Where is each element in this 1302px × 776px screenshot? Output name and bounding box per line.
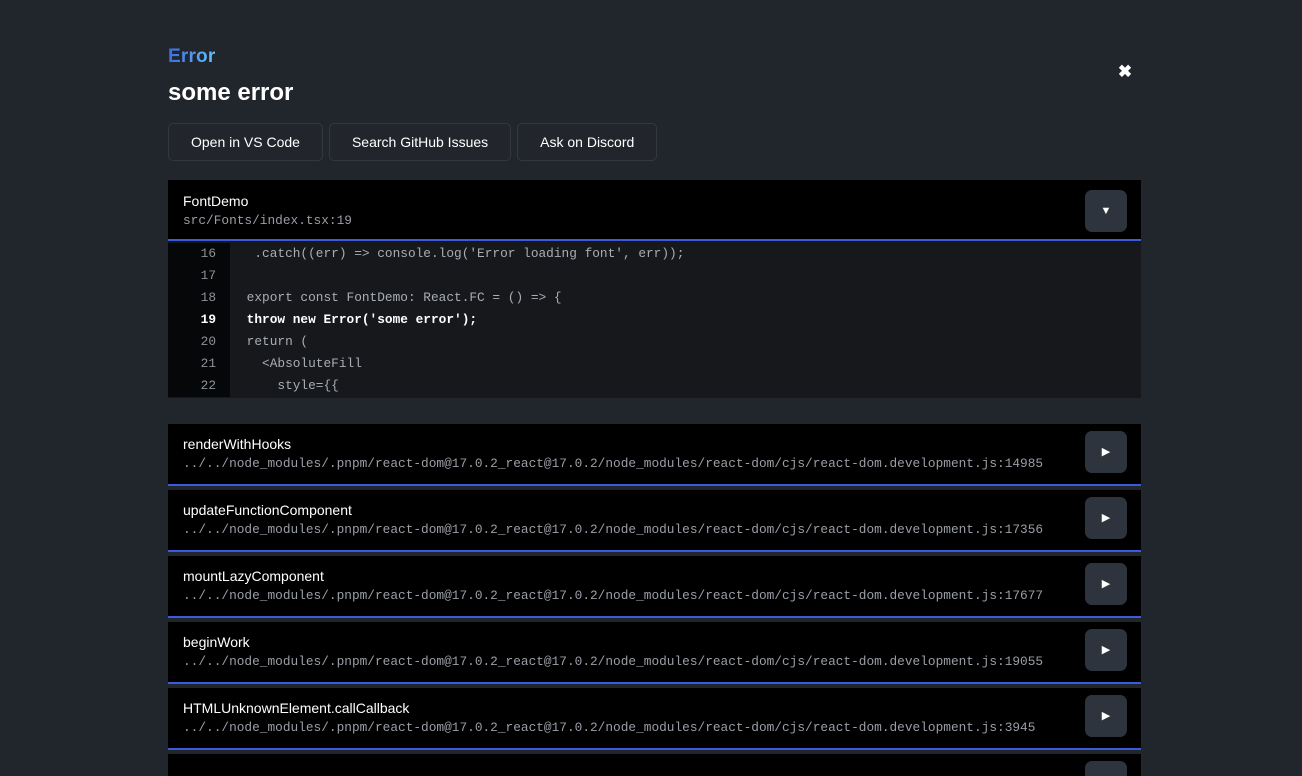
error-overlay-content: ✖ Error some error Open in VS Code Searc… bbox=[168, 0, 1141, 776]
line-number: 21 bbox=[168, 353, 230, 375]
stack-frame-partial: ▶ bbox=[168, 754, 1141, 776]
expand-frame-button[interactable]: ▶ bbox=[1085, 563, 1127, 605]
open-in-vscode-button[interactable]: Open in VS Code bbox=[168, 123, 323, 161]
collapse-frame-button[interactable]: ▼ bbox=[1085, 190, 1127, 232]
code-text: .catch((err) => console.log('Error loadi… bbox=[230, 243, 1141, 265]
chevron-down-icon: ▼ bbox=[1101, 205, 1112, 217]
stack-frame-callcallback: HTMLUnknownElement.callCallback ../../no… bbox=[168, 688, 1141, 750]
error-title: some error bbox=[168, 79, 1141, 107]
code-line-highlighted: 19 throw new Error('some error'); bbox=[168, 309, 1141, 331]
frame-title: FontDemo bbox=[183, 193, 1126, 209]
frame-path: ../../node_modules/.pnpm/react-dom@17.0.… bbox=[183, 589, 1126, 603]
close-button[interactable]: ✖ bbox=[1111, 58, 1139, 86]
code-line: 21 <AbsoluteFill bbox=[168, 353, 1141, 375]
code-line: 16 .catch((err) => console.log('Error lo… bbox=[168, 243, 1141, 265]
line-number: 22 bbox=[168, 375, 230, 397]
stack-frame-updatefunctioncomponent: updateFunctionComponent ../../node_modul… bbox=[168, 490, 1141, 552]
expanded-frame-header: FontDemo src/Fonts/index.tsx:19 ▼ bbox=[168, 180, 1141, 241]
code-text: style={{ bbox=[230, 375, 1141, 397]
code-text: <AbsoluteFill bbox=[230, 353, 1141, 375]
code-line: 17 bbox=[168, 265, 1141, 287]
chevron-right-icon: ▶ bbox=[1102, 512, 1110, 524]
code-line: 18 export const FontDemo: React.FC = () … bbox=[168, 287, 1141, 309]
frame-title: HTMLUnknownElement.callCallback bbox=[183, 700, 1126, 716]
line-number: 19 bbox=[168, 309, 230, 331]
frame-title: beginWork bbox=[183, 634, 1126, 650]
stack-frame-beginwork: beginWork ../../node_modules/.pnpm/react… bbox=[168, 622, 1141, 684]
line-number: 17 bbox=[168, 265, 230, 287]
expand-frame-button[interactable]: ▶ bbox=[1085, 629, 1127, 671]
line-number: 16 bbox=[168, 243, 230, 265]
expand-frame-button[interactable]: ▶ bbox=[1085, 431, 1127, 473]
chevron-right-icon: ▶ bbox=[1102, 710, 1110, 722]
stack-frame-list: renderWithHooks ../../node_modules/.pnpm… bbox=[168, 424, 1141, 776]
close-icon: ✖ bbox=[1118, 62, 1132, 81]
stack-frame-mountlazycomponent: mountLazyComponent ../../node_modules/.p… bbox=[168, 556, 1141, 618]
expand-frame-button[interactable]: ▶ bbox=[1085, 497, 1127, 539]
chevron-right-icon: ▶ bbox=[1102, 578, 1110, 590]
stack-frame-renderwithhooks: renderWithHooks ../../node_modules/.pnpm… bbox=[168, 424, 1141, 486]
expand-frame-button[interactable]: ▶ bbox=[1085, 761, 1127, 776]
code-text bbox=[230, 265, 1141, 287]
frame-path: ../../node_modules/.pnpm/react-dom@17.0.… bbox=[183, 523, 1126, 537]
line-number: 18 bbox=[168, 287, 230, 309]
code-line: 22 style={{ bbox=[168, 375, 1141, 397]
expanded-stack-frame: FontDemo src/Fonts/index.tsx:19 ▼ 16 .ca… bbox=[168, 180, 1141, 398]
frame-title: renderWithHooks bbox=[183, 436, 1126, 452]
code-text: throw new Error('some error'); bbox=[230, 309, 1141, 331]
action-buttons-row: Open in VS Code Search GitHub Issues Ask… bbox=[168, 123, 1141, 161]
error-kicker: Error bbox=[168, 46, 215, 68]
chevron-right-icon: ▶ bbox=[1102, 446, 1110, 458]
ask-on-discord-button[interactable]: Ask on Discord bbox=[517, 123, 657, 161]
frame-path: ../../node_modules/.pnpm/react-dom@17.0.… bbox=[183, 721, 1126, 735]
frame-path: src/Fonts/index.tsx:19 bbox=[183, 214, 1126, 228]
expand-frame-button[interactable]: ▶ bbox=[1085, 695, 1127, 737]
search-github-issues-button[interactable]: Search GitHub Issues bbox=[329, 123, 511, 161]
frame-title: mountLazyComponent bbox=[183, 568, 1126, 584]
frame-title: updateFunctionComponent bbox=[183, 502, 1126, 518]
code-frame: 16 .catch((err) => console.log('Error lo… bbox=[168, 241, 1141, 398]
frame-path: ../../node_modules/.pnpm/react-dom@17.0.… bbox=[183, 457, 1126, 471]
chevron-right-icon: ▶ bbox=[1102, 644, 1110, 656]
code-text: return ( bbox=[230, 331, 1141, 353]
code-line: 20 return ( bbox=[168, 331, 1141, 353]
code-text: export const FontDemo: React.FC = () => … bbox=[230, 287, 1141, 309]
frame-path: ../../node_modules/.pnpm/react-dom@17.0.… bbox=[183, 655, 1126, 669]
line-number: 20 bbox=[168, 331, 230, 353]
error-overlay: { "overlay": { "kicker": "Error", "title… bbox=[0, 0, 1302, 776]
